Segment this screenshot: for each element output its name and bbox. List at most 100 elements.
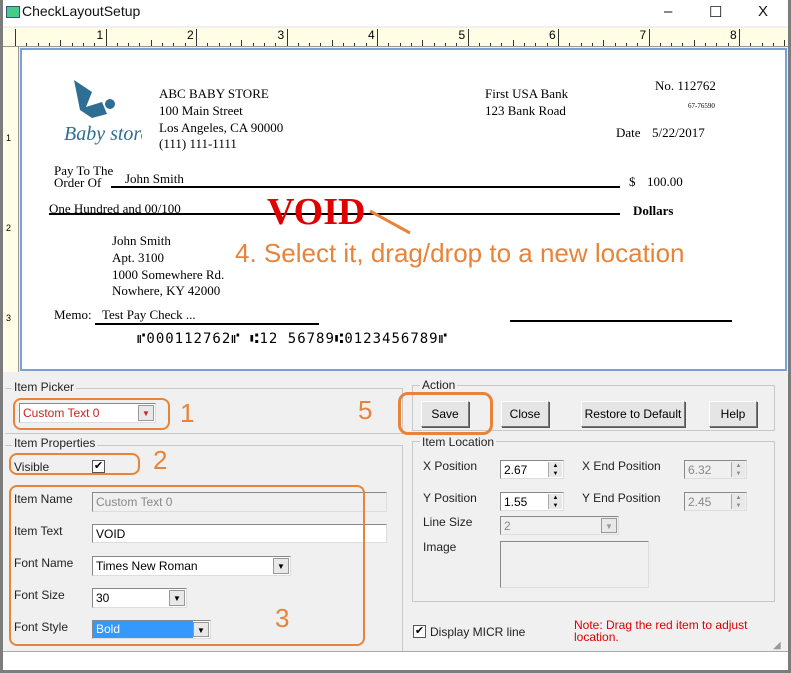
address-line-2: Apt. 3100 <box>112 250 164 265</box>
ruler-tick <box>60 40 62 46</box>
ruler-tick <box>207 43 209 46</box>
help-button[interactable]: Help <box>709 401 757 427</box>
memo-line <box>95 323 319 325</box>
ruler-label: 1 <box>96 28 104 42</box>
address-line-4: Nowhere, KY 42000 <box>112 283 221 298</box>
ruler-tick <box>399 43 401 46</box>
ruler-tick <box>546 43 548 46</box>
ruler-tick <box>263 43 265 46</box>
svg-text:Baby store: Baby store <box>64 123 142 145</box>
company-address-1: 100 Main Street <box>159 103 243 118</box>
date-value: 5/22/2017 <box>652 125 705 140</box>
restore-default-button[interactable]: Restore to Default <box>581 401 685 427</box>
maximize-button[interactable]: ☐ <box>709 3 722 21</box>
x-position-spinner[interactable]: 2.67 ▲ ▼ <box>500 460 564 479</box>
spinner-arrows-icon[interactable]: ▲ ▼ <box>548 494 562 509</box>
check-layout-window: CheckLayoutSetup – ☐ X 12345678 123 Baby… <box>3 0 788 670</box>
item-location-title: Item Location <box>420 435 497 449</box>
ruler-tick <box>614 43 616 46</box>
annotation-step-5: 5 <box>358 395 373 425</box>
ruler-tick <box>150 40 152 46</box>
ruler-tick <box>705 43 707 46</box>
ruler-tick <box>173 43 175 46</box>
y-position-spinner[interactable]: 1.55 ▲ ▼ <box>500 492 564 511</box>
memo-label: Memo: <box>54 307 92 322</box>
ruler-tick <box>365 43 367 46</box>
line-size-label: Line Size <box>423 515 473 529</box>
ruler-tick <box>444 43 446 46</box>
ruler-tick <box>377 29 378 46</box>
ruler-tick <box>286 29 288 46</box>
y-end-position-label: Y End Position <box>582 491 661 505</box>
image-box <box>500 541 649 588</box>
ruler-tick <box>410 43 412 46</box>
ruler-label: 4 <box>368 28 375 42</box>
ruler-label: 6 <box>549 28 556 42</box>
ruler-tick <box>501 43 503 46</box>
ruler-tick <box>772 43 774 46</box>
ruler-tick <box>252 43 254 46</box>
ruler-tick <box>761 43 763 46</box>
bank-address: 123 Bank Road <box>485 103 566 118</box>
company-address-2: Los Angeles, CA 90000 <box>159 120 284 135</box>
y-end-position-spinner: 2.45 ▲ ▼ <box>684 492 747 511</box>
ruler-tick <box>739 29 740 46</box>
ruler-tick <box>478 43 480 46</box>
item-properties-title: Item Properties <box>12 436 98 450</box>
ruler-tick <box>625 43 627 46</box>
annotation-arrow <box>369 209 411 235</box>
ruler-tick <box>128 43 130 46</box>
check-number: No. 112762 <box>655 78 716 93</box>
x-end-position-spinner: 6.32 ▲ ▼ <box>684 460 747 479</box>
ruler-tick <box>241 40 243 46</box>
chevron-down-icon: ▼ <box>601 518 617 533</box>
ruler-tick <box>512 40 514 46</box>
ruler-tick <box>331 40 333 46</box>
ruler-tick <box>229 43 231 46</box>
void-text-item[interactable]: VOID <box>267 192 365 232</box>
address-line-3: 1000 Somewhere Rd. <box>112 267 225 282</box>
ruler-tick <box>343 43 345 46</box>
company-phone: (111) 111-1111 <box>159 136 237 151</box>
address-line-1: John Smith <box>112 233 171 248</box>
title-bar: CheckLayoutSetup – ☐ X <box>3 0 788 26</box>
spinner-arrows-icon: ▲ ▼ <box>731 462 745 477</box>
y-position-value: 1.55 <box>504 495 528 509</box>
spinner-arrows-icon[interactable]: ▲ ▼ <box>548 462 562 477</box>
order-of-label: Order Of <box>54 175 102 190</box>
annotation-box-2 <box>9 453 140 475</box>
payee-line <box>111 186 620 188</box>
ruler-tick <box>82 43 84 46</box>
ruler-tick <box>750 43 752 46</box>
ruler-tick <box>490 43 492 46</box>
annotation-box-3 <box>9 485 365 646</box>
y-position-label: Y Position <box>423 491 477 505</box>
date-label: Date <box>616 125 641 140</box>
resize-grip-icon[interactable]: ◢ <box>773 640 781 651</box>
minimize-button[interactable]: – <box>664 3 672 20</box>
vruler-label: 2 <box>6 223 12 233</box>
close-button-action[interactable]: Close <box>501 401 549 427</box>
ruler-label: 3 <box>277 28 285 42</box>
display-micr-checkbox[interactable]: ✔ <box>413 625 426 638</box>
spinner-arrows-icon: ▲ ▼ <box>731 494 745 509</box>
window-title: CheckLayoutSetup <box>22 3 141 19</box>
ruler-tick <box>26 43 28 46</box>
ruler-tick <box>320 43 322 46</box>
annotation-box-5 <box>398 392 493 435</box>
ruler-tick <box>433 43 435 46</box>
close-button[interactable]: X <box>758 3 768 20</box>
micr-line: ⑈000112762⑈ ⑆12 56789⑆0123456789⑈ <box>137 331 449 347</box>
status-bar <box>3 651 788 670</box>
ruler-tick <box>388 43 390 46</box>
action-title: Action <box>420 378 458 392</box>
ruler-tick <box>94 43 96 46</box>
line-size-select: 2 ▼ <box>500 516 619 535</box>
annotation-step-3: 3 <box>275 603 290 633</box>
ruler-tick <box>558 29 559 46</box>
horizontal-ruler: 1 2 3 4 5 6 7 8 <box>3 28 788 47</box>
ruler-tick <box>218 43 220 46</box>
ruler-tick <box>15 29 16 46</box>
ruler-tick <box>727 43 729 46</box>
annotation-step-4: 4. Select it, drag/drop to a new locatio… <box>235 238 685 268</box>
